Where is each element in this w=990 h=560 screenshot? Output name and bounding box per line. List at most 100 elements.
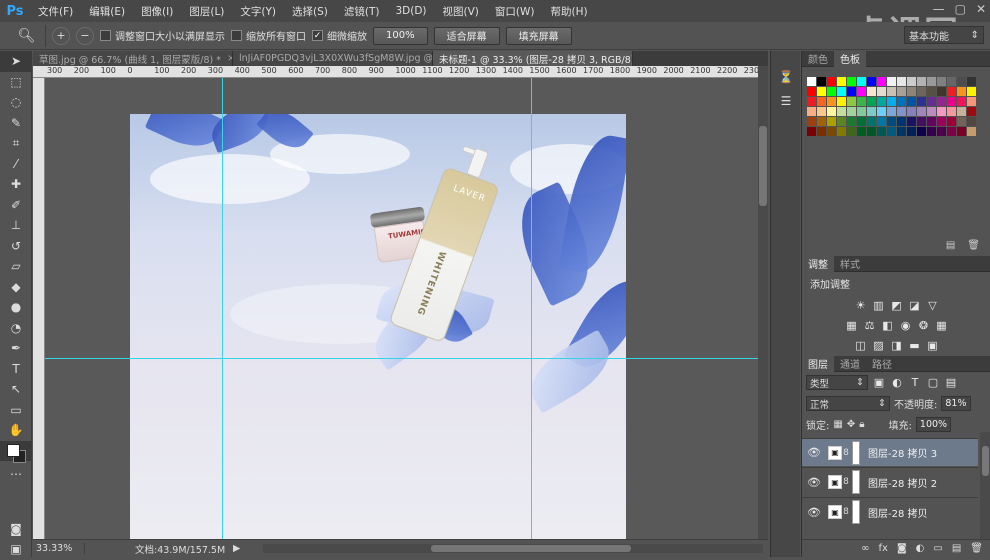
fill-input[interactable]: 100% — [915, 417, 952, 432]
layer-mask-thumbnail[interactable] — [852, 470, 860, 494]
color-swatch[interactable] — [887, 77, 896, 86]
delete-swatch-icon[interactable]: 🗑︎ — [967, 240, 980, 251]
menu-help[interactable]: 帮助(H) — [543, 4, 596, 19]
move-tool-icon[interactable]: ➤ — [0, 51, 32, 72]
tab-document-2[interactable]: lnJiAF0PGDQ3vjL3X0XWu3fSgM8W.jpg @ 66.7%… — [233, 51, 433, 66]
color-swatch[interactable] — [877, 77, 886, 86]
color-swatch[interactable] — [807, 97, 816, 106]
vertical-ruler[interactable] — [33, 78, 45, 539]
color-swatch[interactable] — [947, 127, 956, 136]
vertical-scrollbar[interactable] — [758, 66, 768, 539]
layer-style-icon[interactable]: fx — [879, 543, 888, 554]
exposure-icon[interactable]: ◪ — [908, 298, 922, 312]
document-canvas[interactable]: TUWAMIO LAVER WHITENING — [130, 114, 626, 539]
color-swatch[interactable] — [927, 127, 936, 136]
menu-view[interactable]: 视图(V) — [435, 4, 487, 19]
scrubby-zoom-checkbox[interactable]: ✓ — [312, 30, 323, 41]
color-swatch[interactable] — [837, 77, 846, 86]
color-swatch[interactable] — [917, 97, 926, 106]
path-select-tool-icon[interactable]: ↖ — [0, 379, 32, 400]
fill-screen-button[interactable]: 填充屏幕 — [505, 26, 572, 45]
color-swatch[interactable] — [937, 87, 946, 96]
color-swatch[interactable] — [937, 97, 946, 106]
filter-pixel-icon[interactable]: ▣ — [872, 376, 886, 390]
color-swatch[interactable] — [937, 127, 946, 136]
color-swatch[interactable] — [847, 127, 856, 136]
invert-icon[interactable]: ◫ — [854, 338, 868, 352]
color-swatch[interactable] — [947, 117, 956, 126]
visibility-eye-icon[interactable]: 👁︎ — [802, 446, 826, 459]
blend-mode-select[interactable]: 正常 ⇕ — [806, 396, 890, 411]
color-swatch[interactable] — [837, 127, 846, 136]
menu-layer[interactable]: 图层(L) — [181, 4, 232, 19]
menu-edit[interactable]: 编辑(E) — [81, 4, 133, 19]
resize-windows-checkbox[interactable] — [100, 30, 111, 41]
zoom-tool-icon[interactable]: 🔍︎ — [8, 24, 46, 47]
color-swatch[interactable] — [887, 127, 896, 136]
color-swatch[interactable] — [857, 77, 866, 86]
color-swatch[interactable] — [847, 77, 856, 86]
minimize-icon[interactable]: — — [933, 2, 945, 16]
workspace-select[interactable]: 基本功能 ⇕ — [904, 26, 984, 44]
color-swatch[interactable] — [857, 87, 866, 96]
paint-bucket-tool-icon[interactable]: ◆ — [0, 277, 32, 298]
posterize-icon[interactable]: ▨ — [872, 338, 886, 352]
channel-mixer-icon[interactable]: ❂ — [917, 318, 931, 332]
guide-line-vertical[interactable] — [222, 78, 223, 539]
color-swatch[interactable] — [927, 117, 936, 126]
new-layer-icon[interactable]: ▤ — [952, 543, 961, 554]
filter-type-icon[interactable]: T — [908, 376, 922, 390]
lock-pixels-icon[interactable]: ▦ — [833, 419, 842, 430]
color-swatch[interactable] — [897, 87, 906, 96]
color-balance-icon[interactable]: ⚖ — [863, 318, 877, 332]
color-swatch[interactable] — [877, 97, 886, 106]
tab-adjustments[interactable]: 调整 — [802, 255, 834, 272]
vibrance-icon[interactable]: ▽ — [926, 298, 940, 312]
color-swatch[interactable] — [907, 107, 916, 116]
color-swatch[interactable] — [897, 117, 906, 126]
hue-saturation-icon[interactable]: ▦ — [845, 318, 859, 332]
layer-row[interactable]: 👁︎ ▣ 8 图层-28 拷贝 2 — [802, 467, 978, 496]
color-swatch[interactable] — [897, 127, 906, 136]
color-swatch[interactable] — [907, 77, 916, 86]
color-swatch[interactable] — [837, 107, 846, 116]
layer-name[interactable]: 图层-28 拷贝 2 — [868, 475, 937, 490]
threshold-icon[interactable]: ◨ — [890, 338, 904, 352]
levels-icon[interactable]: ▥ — [872, 298, 886, 312]
scrollbar-thumb[interactable] — [431, 545, 631, 552]
horizontal-scrollbar[interactable] — [263, 544, 763, 553]
black-white-icon[interactable]: ◧ — [881, 318, 895, 332]
link-icon[interactable]: 8 — [842, 448, 850, 458]
blur-tool-icon[interactable]: ● — [0, 297, 32, 318]
color-lookup-icon[interactable]: ▦ — [935, 318, 949, 332]
color-swatch[interactable] — [867, 87, 876, 96]
menu-type[interactable]: 文字(Y) — [232, 4, 284, 19]
color-swatch[interactable] — [827, 107, 836, 116]
color-swatch[interactable] — [867, 97, 876, 106]
color-swatch[interactable] — [937, 77, 946, 86]
filter-adjust-icon[interactable]: ◐ — [890, 376, 904, 390]
hand-tool-icon[interactable]: ✋ — [0, 420, 32, 441]
layer-filter-select[interactable]: 类型 ⇕ — [806, 375, 868, 390]
color-swatch[interactable] — [947, 97, 956, 106]
color-swatch[interactable] — [817, 77, 826, 86]
color-swatch[interactable] — [817, 87, 826, 96]
color-swatch[interactable] — [847, 107, 856, 116]
marquee-tool-icon[interactable]: ⬚ — [0, 72, 32, 93]
color-swatch[interactable] — [867, 77, 876, 86]
filter-shape-icon[interactable]: ▢ — [926, 376, 940, 390]
color-swatch[interactable] — [887, 117, 896, 126]
color-swatch[interactable] — [917, 107, 926, 116]
opacity-input[interactable]: 81% — [941, 396, 971, 411]
history-brush-tool-icon[interactable]: ↺ — [0, 236, 32, 257]
color-swatch[interactable] — [907, 127, 916, 136]
curves-icon[interactable]: ◩ — [890, 298, 904, 312]
color-swatch[interactable] — [967, 77, 976, 86]
color-swatch[interactable] — [847, 97, 856, 106]
color-swatch[interactable] — [827, 97, 836, 106]
foreground-color-swatch[interactable] — [7, 444, 20, 457]
new-swatch-icon[interactable]: ▤ — [946, 240, 955, 251]
adjustment-layer-icon[interactable]: ◐ — [916, 543, 925, 554]
color-swatch[interactable] — [957, 127, 966, 136]
color-swatch[interactable] — [917, 117, 926, 126]
